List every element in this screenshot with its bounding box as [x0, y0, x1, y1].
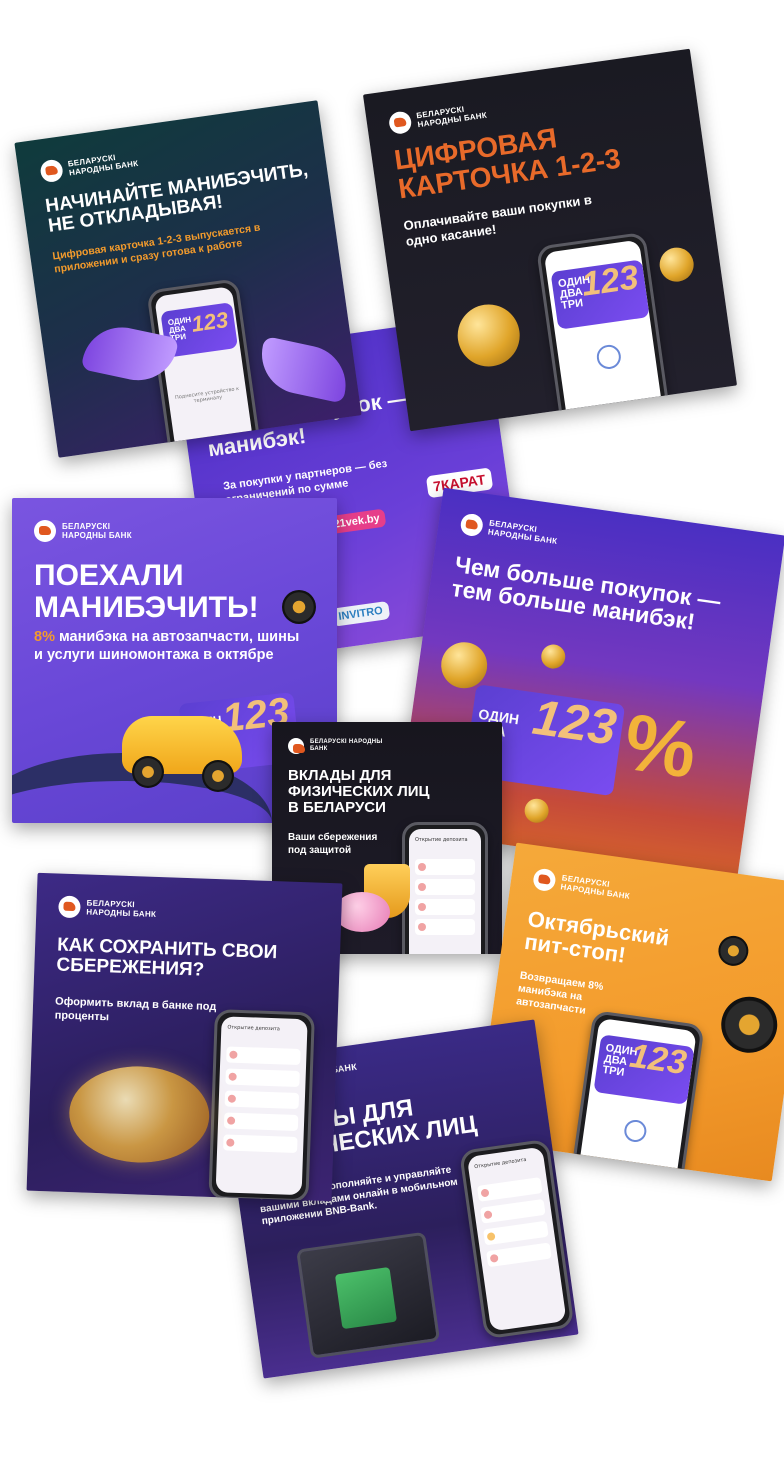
deposit-row [225, 1068, 300, 1088]
deposit-row [480, 1198, 546, 1224]
deposit-row [223, 1112, 299, 1132]
deposit-row [223, 1134, 298, 1153]
golden-piggy-bank-icon [67, 1064, 211, 1165]
bison-logo-icon [34, 520, 56, 542]
bank-name: БЕЛАРУСКІ НАРОДНЫ БАНК [67, 152, 139, 178]
banner-savings: БЕЛАРУСКІ НАРОДНЫ БАНК КАК СОХРАНИТЬ СВО… [26, 872, 343, 1202]
phone-mockup: Открытие депозита [458, 1138, 575, 1340]
coin-icon [657, 245, 696, 284]
bison-logo-icon [531, 867, 557, 893]
bank-name: БЕЛАРУСКІ НАРОДНЫ БАНК [310, 739, 383, 752]
banner-title: ПОЕХАЛИ МАНИБЭЧИТЬ! [34, 559, 259, 624]
check-icon [595, 343, 623, 371]
bison-logo-icon [39, 158, 65, 184]
bank-logo: БЕЛАРУСКІ НАРОДНЫ БАНК [39, 145, 159, 184]
bison-logo-icon [58, 895, 81, 919]
banner-title: Чем больше покупок — тем больше манибэк! [450, 551, 723, 635]
banner-title: Октябрьский пит-стоп! [522, 906, 671, 968]
deposit-row [415, 879, 475, 895]
bank-logo: БЕЛАРУСКІ НАРОДНЫ БАНК [34, 520, 152, 542]
tire-icon [716, 933, 751, 968]
bank-name: БЕЛАРУСКІ НАРОДНЫ БАНК [86, 898, 157, 919]
deposit-row [226, 1046, 301, 1066]
bank-name: БЕЛАРУСКІ НАРОДНЫ БАНК [62, 522, 132, 540]
deposit-row [415, 919, 475, 935]
banner-start-cashback: БЕЛАРУСКІ НАРОДНЫ БАНК НАЧИНАЙТЕ МАНИБЭЧ… [14, 100, 362, 458]
money-stack-icon [334, 1267, 398, 1330]
percent-sign: % [619, 696, 702, 795]
phone-screen: ОДИН ДВА ТРИ 123 [543, 239, 664, 428]
coin-icon [539, 643, 567, 671]
coin-icon [438, 639, 491, 692]
tire-icon [282, 590, 316, 624]
banner-collage: больше покупок — манибэк! За покупки у п… [0, 0, 784, 1470]
bison-logo-icon [387, 110, 413, 136]
bank-logo: БЕЛАРУСКІ НАРОДНЫ БАНК [58, 895, 177, 922]
phone-mockup: ОДИН ДВА ТРИ 123 [535, 231, 672, 432]
banner-subtitle: Ваши сбережения под защитой [288, 832, 378, 856]
subtitle-text: манибэка на автозапчасти, шины и услуги … [34, 629, 300, 664]
bank-logo: БЕЛАРУСКІ НАРОДНЫ БАНК [531, 867, 652, 905]
phone-screen: ОДИН ДВА ТРИ 123 [578, 1017, 697, 1182]
deposit-row [415, 859, 475, 875]
partner-invitro: INVITRO [331, 601, 390, 627]
bank-logo: БЕЛАРУСКІ НАРОДНЫ БАНК [387, 97, 508, 136]
phone-hint: Поднесите устройство к терминалу [174, 385, 240, 405]
banner-title: КАК СОХРАНИТЬ СВОИ СБЕРЕЖЕНИЯ? [56, 934, 278, 981]
digital-card: ОДИН ДВА ТРИ 123 [593, 1034, 695, 1105]
bank-name: БЕЛАРУСКІ НАРОДНЫ БАНК [560, 873, 631, 901]
coin-icon [453, 300, 524, 371]
bank-logo: БЕЛАРУСКІ НАРОДНЫ БАНК [459, 512, 579, 551]
banner-title: ВКЛАДЫ ДЛЯ ФИЗИЧЕСКИХ ЛИЦ В БЕЛАРУСИ [288, 767, 430, 816]
phone-header: Открытие депозита [227, 1024, 281, 1033]
banner-digital-card: БЕЛАРУСКІ НАРОДНЫ БАНК ЦИФРОВАЯ КАРТОЧКА… [362, 48, 738, 432]
bison-logo-icon [288, 738, 305, 754]
cashback-percent: 8% [34, 629, 55, 645]
bison-logo-icon [459, 512, 485, 538]
card-digits: 123 [627, 1036, 689, 1083]
deposit-row [224, 1090, 300, 1110]
phone-header: Открытие депозита [415, 837, 468, 843]
phone-mockup: Открытие депозита [208, 1009, 315, 1202]
check-icon [622, 1118, 648, 1144]
deposit-row [476, 1177, 543, 1202]
phone-mockup: ОДИН ДВА ТРИ 123 [570, 1009, 705, 1182]
card-digits: 123 [579, 259, 641, 304]
bank-name: БЕЛАРУСКІ НАРОДНЫ БАНК [487, 518, 558, 546]
phone-mockup: Открытие депозита [402, 822, 488, 954]
banner-subtitle: Оформить вклад в банке под проценты [54, 995, 217, 1024]
tire-icon [717, 993, 781, 1057]
phone-screen: Открытие депозита [409, 829, 481, 954]
bank-logo: БЕЛАРУСКІ НАРОДНЫ БАНК [288, 738, 400, 754]
phone-screen: ОДИН ДВА ТРИ 123 Поднесите устройство к … [154, 286, 254, 452]
piggy-bank-icon [334, 892, 390, 932]
arrow-right-icon [254, 335, 353, 404]
digital-card: ОДИН ДВА ТРИ 123 [550, 259, 650, 330]
deposit-row [483, 1220, 549, 1246]
phone-header: Открытие депозита [473, 1156, 527, 1171]
phone-screen: Открытие депозита [466, 1146, 567, 1332]
coin-icon [523, 797, 551, 825]
wheel-icon [132, 756, 164, 788]
card-digits: 123 [529, 688, 620, 756]
deposit-row [486, 1242, 552, 1268]
card-digits: 123 [189, 306, 230, 337]
banner-subtitle: 8% манибэка на автозапчасти, шины и услу… [34, 628, 304, 664]
wheel-icon [202, 760, 234, 792]
phone-screen: Открытие депозита [215, 1016, 308, 1196]
bank-name: БЕЛАРУСКІ НАРОДНЫ БАНК [415, 104, 488, 130]
deposit-row [415, 899, 475, 915]
